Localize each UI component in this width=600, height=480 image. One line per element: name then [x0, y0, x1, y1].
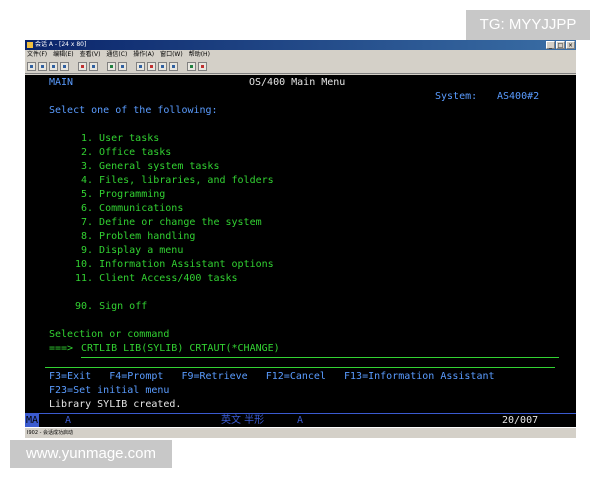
option-signoff: 90. Sign off: [75, 301, 148, 312]
toolbar: [25, 60, 576, 74]
menu-actions[interactable]: 操作(A): [133, 50, 154, 60]
separator-line: [45, 367, 555, 368]
option-4: 4. Files, libraries, and folders: [81, 175, 274, 186]
menu-file[interactable]: 文件(F): [27, 50, 47, 60]
operator-info-area: MA A 英文 半形 A 20/007: [25, 413, 576, 427]
edit-icon[interactable]: [198, 62, 207, 71]
title-bar: 会话 A - [24 x 80] _ □ ×: [25, 40, 576, 50]
screen-title: OS/400 Main Menu: [249, 77, 346, 88]
command-input-underline: [81, 357, 559, 358]
keyboard-icon[interactable]: [158, 62, 167, 71]
print-icon[interactable]: [27, 62, 36, 71]
emulator-window: 会话 A - [24 x 80] _ □ × 文件(F) 编辑(E) 查看(V)…: [25, 40, 576, 438]
input-method-indicator: 英文 半形: [221, 415, 265, 426]
menu-view[interactable]: 查看(V): [80, 50, 101, 60]
menu-window[interactable]: 窗口(W): [160, 50, 183, 60]
paste-icon[interactable]: [49, 62, 58, 71]
function-keys-row-1: F3=Exit F4=Prompt F9=Retrieve F12=Cancel…: [49, 371, 495, 382]
send-icon[interactable]: [60, 62, 69, 71]
maximize-button[interactable]: □: [556, 41, 565, 49]
receive-icon[interactable]: [78, 62, 87, 71]
select-prompt: Select one of the following:: [49, 105, 218, 116]
option-8: 8. Problem handling: [81, 231, 196, 242]
window-title: 会话 A - [24 x 80]: [35, 41, 87, 48]
system-name: AS400#2: [497, 91, 540, 102]
mode-indicator: MA: [25, 414, 40, 427]
connection-status: I902 - 会话成功启动: [25, 427, 576, 438]
option-2: 2. Office tasks: [81, 147, 172, 158]
menu-communication[interactable]: 通信(C): [106, 50, 127, 60]
function-keys-row-2: F23=Set initial menu: [49, 385, 170, 396]
session-indicator: A: [65, 415, 72, 426]
option-10: 10. Information Assistant options: [75, 259, 274, 270]
option-11: 11. Client Access/400 tasks: [75, 273, 238, 284]
menu-help[interactable]: 帮助(H): [189, 50, 210, 60]
system-label: System:: [435, 91, 478, 102]
play-icon[interactable]: [136, 62, 145, 71]
copy-icon[interactable]: [38, 62, 47, 71]
macro-icon[interactable]: [107, 62, 116, 71]
command-input[interactable]: CRTLIB LIB(SYLIB) CRTAUT(*CHANGE): [81, 343, 280, 355]
terminal-screen[interactable]: MAIN OS/400 Main Menu System: AS400#2 Se…: [25, 75, 576, 413]
watermark-bottom: www.yunmage.com: [10, 440, 172, 468]
minimize-button[interactable]: _: [546, 41, 555, 49]
menu-id: MAIN: [49, 77, 74, 88]
color-icon[interactable]: [169, 62, 178, 71]
stop-icon[interactable]: [147, 62, 156, 71]
option-1: 1. User tasks: [81, 133, 160, 144]
display-icon[interactable]: [89, 62, 98, 71]
cursor-position: 20/007: [502, 415, 539, 426]
app-icon: [27, 41, 33, 48]
settings-icon[interactable]: [187, 62, 196, 71]
menu-bar: 文件(F) 编辑(E) 查看(V) 通信(C) 操作(A) 窗口(W) 帮助(H…: [25, 50, 576, 60]
watermark-top: TG: MYYJJPP: [466, 10, 590, 40]
window-controls: _ □ ×: [546, 41, 575, 49]
option-9: 9. Display a menu: [81, 245, 184, 256]
keyboard-indicator: A: [297, 415, 304, 426]
selection-label: Selection or command: [49, 329, 170, 340]
option-5: 5. Programming: [81, 189, 166, 200]
close-button[interactable]: ×: [566, 41, 575, 49]
option-6: 6. Communications: [81, 203, 184, 214]
option-7: 7. Define or change the system: [81, 217, 262, 228]
option-3: 3. General system tasks: [81, 161, 220, 172]
command-prompt: ===>: [49, 343, 74, 354]
status-message: Library SYLIB created.: [49, 399, 182, 410]
record-icon[interactable]: [118, 62, 127, 71]
menu-edit[interactable]: 编辑(E): [53, 50, 73, 60]
